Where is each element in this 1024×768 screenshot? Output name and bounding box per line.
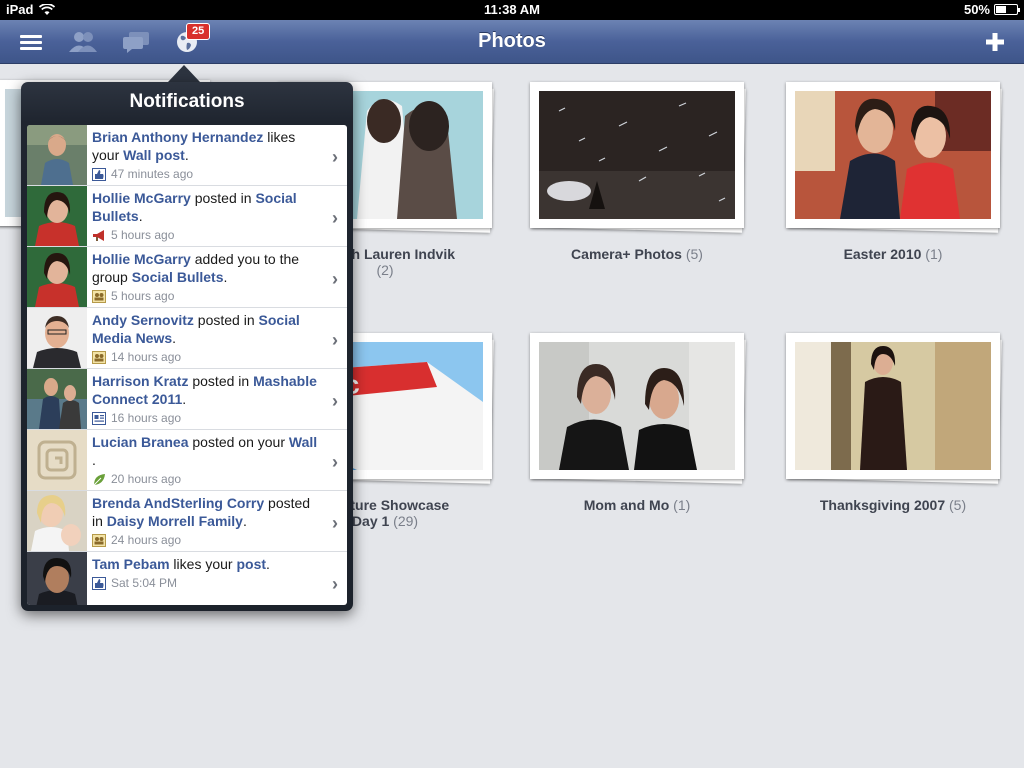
chevron-right-icon: › (332, 391, 338, 411)
avatar (27, 186, 87, 246)
notification-item[interactable]: Harrison Kratz posted in Mashable Connec… (27, 369, 347, 430)
page-title: Photos (478, 30, 546, 52)
nav-bar: 25 Photos (0, 20, 1024, 64)
popover-title: Notifications (129, 91, 245, 112)
avatar (27, 247, 87, 307)
album-easter-2010[interactable]: Easter 2010 (1) (778, 82, 1008, 262)
notification-actor: Tam Pebam (92, 556, 170, 572)
notification-period: . (223, 269, 228, 285)
notification-item[interactable]: Tam Pebam likes your post. Sat 5:04 PM › (27, 552, 347, 605)
group-icon (92, 350, 106, 364)
notification-actor: Brenda AndSterling Corry (92, 495, 265, 511)
chevron-right-icon: › (332, 147, 338, 167)
avatar (27, 491, 87, 551)
avatar (27, 430, 87, 490)
album-cover-photo (539, 342, 735, 470)
page-icon (92, 411, 106, 425)
notification-period: . (172, 330, 177, 346)
notification-text: likes your (169, 556, 237, 572)
notification-period: . (242, 513, 247, 529)
notification-time: 5 hours ago (111, 289, 175, 303)
notification-item[interactable]: Brenda AndSterling Corry posted in Daisy… (27, 491, 347, 552)
avatar (27, 125, 87, 185)
notification-link[interactable]: Social Bullets (132, 269, 224, 285)
notification-item[interactable]: Andy Sernovitz posted in Social Media Ne… (27, 308, 347, 369)
group-icon (92, 533, 106, 547)
notification-period: . (92, 452, 96, 468)
notification-actor: Hollie McGarry (92, 251, 191, 267)
popover-arrow (168, 65, 200, 82)
megaphone-icon (92, 229, 106, 242)
album-mom-and-mo[interactable]: Mom and Mo (1) (522, 333, 752, 513)
notification-text: posted in (190, 190, 256, 206)
notification-period: . (266, 556, 270, 572)
notification-time: 5 hours ago (111, 228, 175, 242)
notification-period: . (184, 147, 189, 163)
chevron-right-icon: › (332, 452, 338, 472)
notification-link[interactable]: Wall post (123, 147, 185, 163)
chevron-right-icon: › (332, 574, 338, 594)
album-caption: Camera+ Photos (5) (571, 246, 703, 262)
notification-time: 16 hours ago (111, 411, 182, 425)
notification-item[interactable]: Hollie McGarry added you to the group So… (27, 247, 347, 308)
notifications-popover: Notifications Brian Anthony Hernandez li… (21, 82, 353, 611)
notification-text: posted in (188, 373, 254, 389)
notification-actor: Harrison Kratz (92, 373, 189, 389)
add-button[interactable] (978, 20, 1012, 64)
avatar (27, 308, 87, 368)
chevron-right-icon: › (332, 269, 338, 289)
battery-icon (994, 4, 1020, 15)
battery-percent: 50% (963, 2, 990, 17)
notification-actor: Hollie McGarry (92, 190, 191, 206)
group-icon (92, 289, 106, 303)
notifications-list: Brian Anthony Hernandez likes your Wall … (27, 125, 347, 605)
plus-icon (986, 33, 1004, 51)
album-caption: Easter 2010 (1) (843, 246, 943, 262)
notification-time: 24 hours ago (111, 533, 182, 547)
like-icon (92, 576, 106, 590)
album-camera-plus[interactable]: Camera+ Photos (5) (522, 82, 752, 262)
album-caption: Thanksgiving 2007 (5) (819, 497, 967, 513)
notification-link[interactable]: Wall (289, 434, 317, 450)
album-cover-photo (795, 91, 991, 219)
notification-actor: Lucian Branea (92, 434, 189, 450)
album-thanksgiving-2007[interactable]: Thanksgiving 2007 (5) (778, 333, 1008, 513)
like-icon (92, 167, 106, 181)
notification-actor: Andy Sernovitz (92, 312, 194, 328)
notification-period: . (138, 208, 143, 224)
notification-actor: Brian Anthony Hernandez (92, 129, 264, 145)
album-caption: Mom and Mo (1) (583, 497, 691, 513)
notification-text: posted in (193, 312, 259, 328)
notification-time: Sat 5:04 PM (111, 576, 178, 590)
avatar (27, 369, 87, 429)
notification-item[interactable]: Hollie McGarry posted in Social Bullets.… (27, 186, 347, 247)
status-bar: iPad 11:38 AM 50% (0, 0, 1024, 20)
notification-time: 47 minutes ago (111, 167, 194, 181)
clock: 11:38 AM (484, 2, 540, 17)
notification-text: posted on your (188, 434, 289, 450)
leaf-icon (92, 473, 106, 486)
album-cover-photo (539, 91, 735, 219)
notification-link[interactable]: Daisy Morrell Family (107, 513, 243, 529)
notification-time: 14 hours ago (111, 350, 182, 364)
chevron-right-icon: › (332, 513, 338, 533)
avatar (27, 552, 87, 605)
chevron-right-icon: › (332, 330, 338, 350)
notification-item[interactable]: Lucian Branea posted on your Wall. 20 ho… (27, 430, 347, 491)
notification-period: . (182, 391, 187, 407)
notification-time: 20 hours ago (111, 472, 182, 486)
chevron-right-icon: › (332, 208, 338, 228)
album-cover-photo (795, 342, 991, 470)
notification-item[interactable]: Brian Anthony Hernandez likes your Wall … (27, 125, 347, 186)
notification-link[interactable]: post (236, 556, 266, 572)
